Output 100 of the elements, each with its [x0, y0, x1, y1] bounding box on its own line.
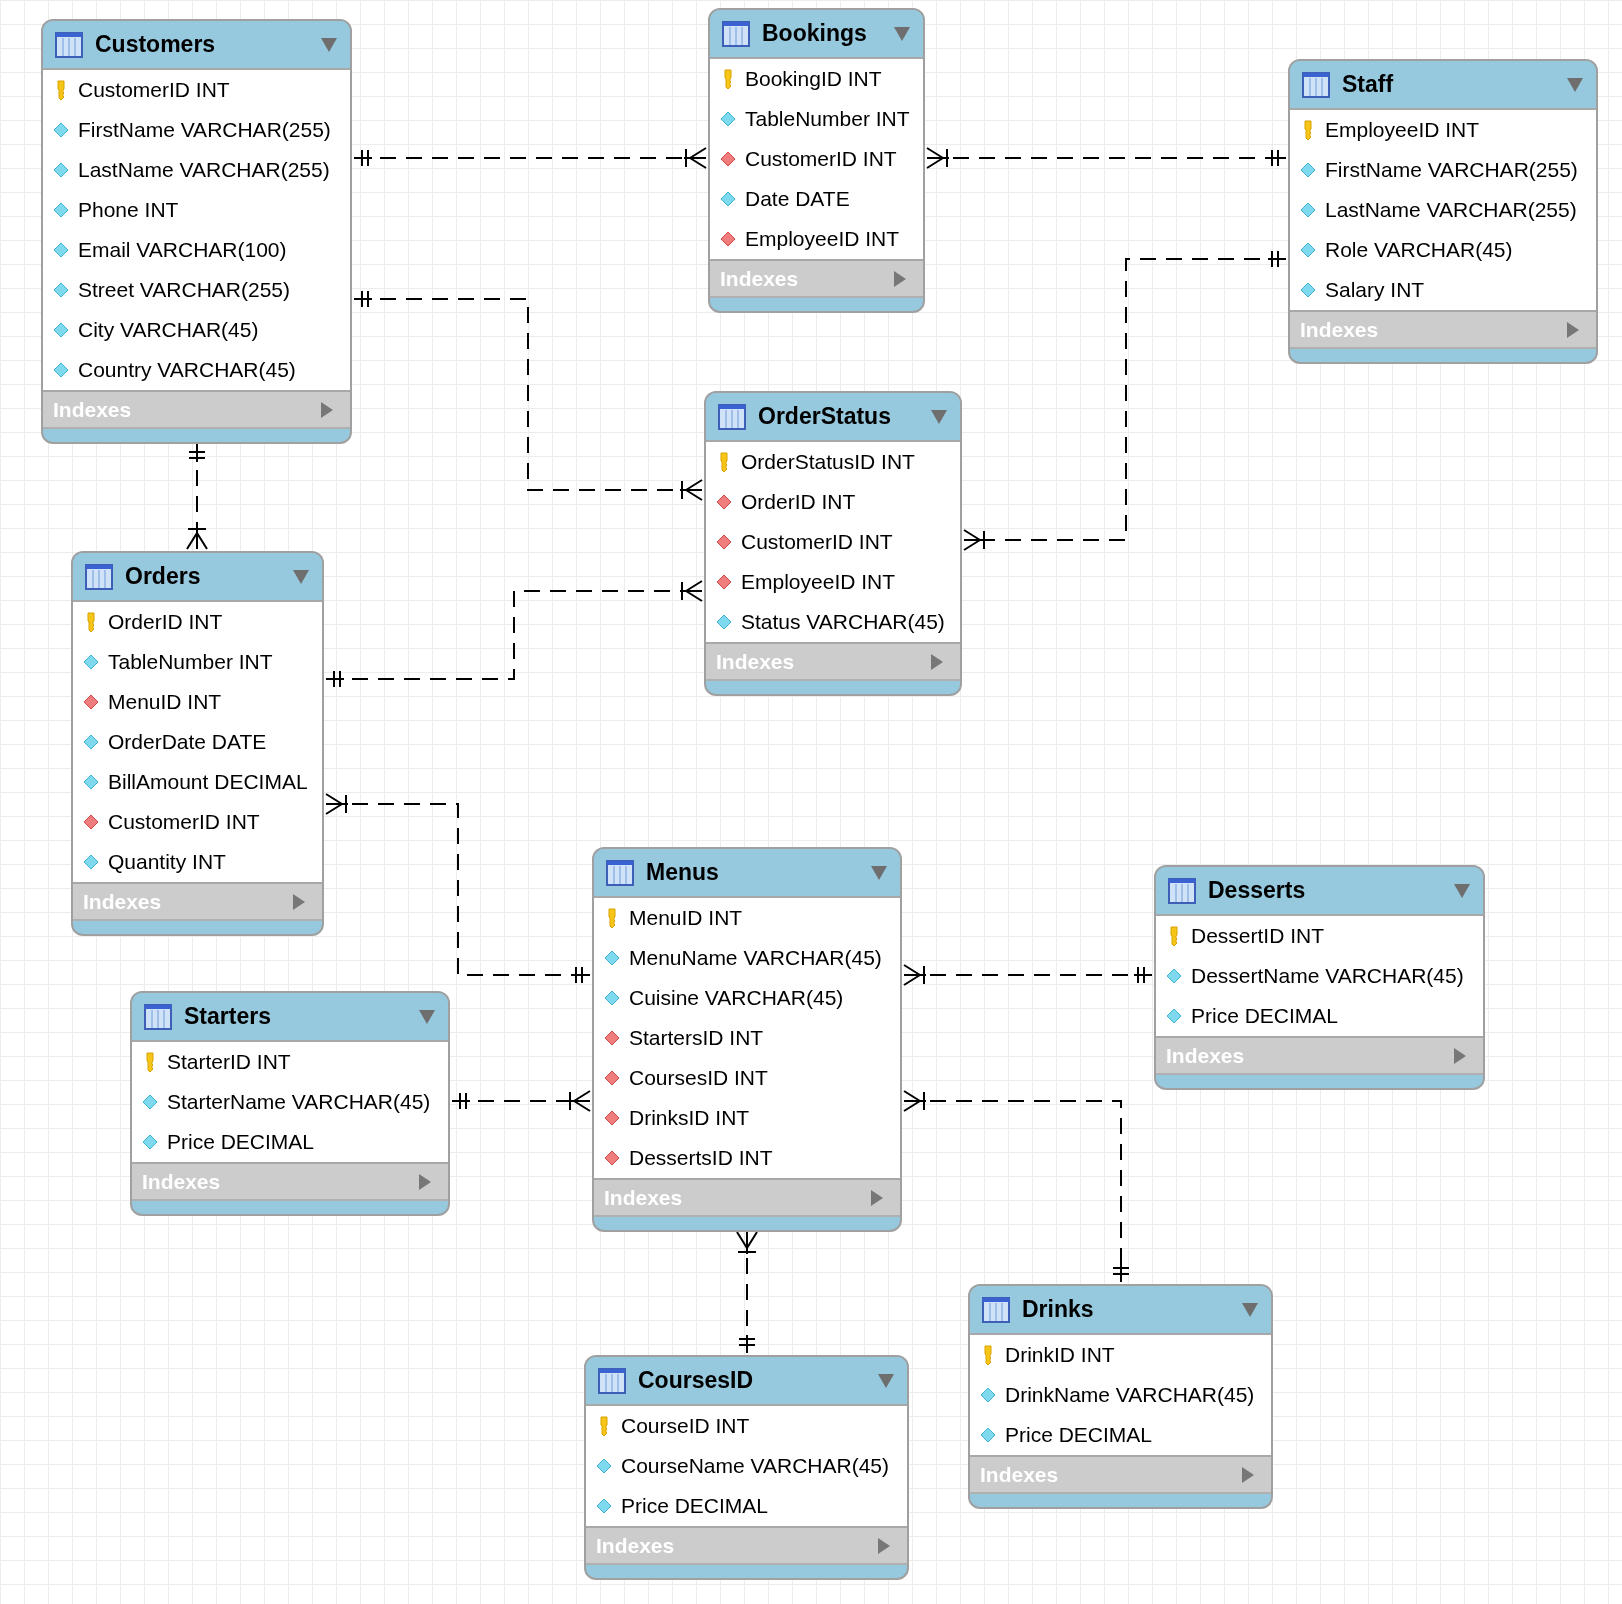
- column-name: OrderDate DATE: [108, 729, 267, 756]
- column-name: FirstName VARCHAR(255): [1325, 157, 1578, 184]
- relationship-connector[interactable]: [353, 147, 707, 169]
- table-title: Desserts: [1208, 876, 1307, 906]
- expand-arrow-icon[interactable]: [930, 652, 944, 671]
- dropdown-arrow-icon[interactable]: [877, 1372, 895, 1389]
- diamond-icon: [53, 362, 69, 378]
- diamond-icon: [53, 122, 69, 138]
- key-icon: [55, 80, 67, 100]
- relationship-connector[interactable]: [926, 147, 1287, 169]
- dropdown-arrow-icon[interactable]: [1241, 1301, 1259, 1318]
- diamond-icon: [980, 1427, 996, 1443]
- dropdown-arrow-icon[interactable]: [1453, 882, 1471, 899]
- expand-arrow-icon[interactable]: [418, 1172, 432, 1191]
- diamond-icon: [83, 654, 99, 670]
- column-name: City VARCHAR(45): [78, 317, 259, 344]
- expand-arrow-icon[interactable]: [1566, 320, 1580, 339]
- column-name: DrinkID INT: [1005, 1342, 1115, 1369]
- column-name: Status VARCHAR(45): [741, 609, 945, 636]
- dropdown-arrow-icon[interactable]: [1566, 76, 1584, 93]
- diamond-icon: [53, 242, 69, 258]
- key-icon: [1168, 926, 1180, 946]
- relationship-connector[interactable]: [451, 1090, 591, 1112]
- column-name: CustomerID INT: [78, 77, 230, 104]
- column-name: MenuName VARCHAR(45): [629, 945, 882, 972]
- column-name: Country VARCHAR(45): [78, 357, 296, 384]
- expand-arrow-icon[interactable]: [1241, 1465, 1255, 1484]
- column-name: Price DECIMAL: [1005, 1422, 1153, 1449]
- expand-arrow-icon[interactable]: [877, 1536, 891, 1555]
- table-icon: [718, 403, 746, 430]
- column-name: BillAmount DECIMAL: [108, 769, 308, 796]
- dropdown-arrow-icon[interactable]: [893, 25, 911, 42]
- relationship-connector[interactable]: [736, 1231, 758, 1354]
- table-icon: [1302, 71, 1330, 98]
- diamond-icon: [596, 1498, 612, 1514]
- column-name: StarterID INT: [167, 1049, 291, 1076]
- column-name: CourseName VARCHAR(45): [621, 1453, 890, 1480]
- key-icon: [606, 908, 618, 928]
- column-name: Email VARCHAR(100): [78, 237, 287, 264]
- dropdown-arrow-icon[interactable]: [870, 864, 888, 881]
- column-name: EmployeeID INT: [745, 226, 900, 253]
- expand-arrow-icon[interactable]: [1453, 1046, 1467, 1065]
- diamond-icon: [596, 1458, 612, 1474]
- diamond-icon: [53, 202, 69, 218]
- dropdown-arrow-icon[interactable]: [930, 408, 948, 425]
- table-icon: [55, 31, 83, 58]
- column-name: StarterName VARCHAR(45): [167, 1089, 431, 1116]
- dropdown-arrow-icon[interactable]: [320, 36, 338, 53]
- diamond-icon: [716, 534, 732, 550]
- relationship-connector[interactable]: [186, 443, 208, 550]
- relationship-connector[interactable]: [903, 964, 1153, 986]
- expand-arrow-icon[interactable]: [320, 400, 334, 419]
- table-title: Staff: [1342, 70, 1395, 100]
- column-name: Price DECIMAL: [167, 1129, 315, 1156]
- diamond-icon: [1166, 968, 1182, 984]
- table-icon: [598, 1367, 626, 1394]
- column-name: DessertID INT: [1191, 923, 1324, 950]
- diamond-icon: [604, 1110, 620, 1126]
- column-name: DrinksID INT: [629, 1105, 750, 1132]
- diamond-icon: [83, 734, 99, 750]
- table-title: Orders: [125, 562, 202, 592]
- diamond-icon: [604, 990, 620, 1006]
- table-title: Menus: [646, 858, 720, 888]
- column-name: OrderID INT: [741, 489, 856, 516]
- column-name: Role VARCHAR(45): [1325, 237, 1513, 264]
- column-name: FirstName VARCHAR(255): [78, 117, 331, 144]
- table-icon: [606, 859, 634, 886]
- table-icon: [722, 20, 750, 47]
- table-title: Customers: [95, 30, 217, 60]
- column-name: OrderID INT: [108, 609, 223, 636]
- diamond-icon: [720, 111, 736, 127]
- table-title: Bookings: [762, 19, 868, 49]
- diamond-icon: [1300, 242, 1316, 258]
- diamond-icon: [980, 1387, 996, 1403]
- diamond-icon: [716, 574, 732, 590]
- expand-arrow-icon[interactable]: [893, 269, 907, 288]
- diamond-icon: [142, 1134, 158, 1150]
- column-name: Phone INT: [78, 197, 179, 224]
- column-name: BookingID INT: [745, 66, 882, 93]
- column-name: Price DECIMAL: [621, 1493, 769, 1520]
- column-name: LastName VARCHAR(255): [1325, 197, 1577, 224]
- column-name: TableNumber INT: [108, 649, 273, 676]
- diamond-icon: [604, 1030, 620, 1046]
- dropdown-arrow-icon[interactable]: [418, 1008, 436, 1025]
- dropdown-arrow-icon[interactable]: [292, 568, 310, 585]
- column-name: DrinkName VARCHAR(45): [1005, 1382, 1255, 1409]
- column-name: CustomerID INT: [108, 809, 260, 836]
- diamond-icon: [83, 854, 99, 870]
- column-name: CustomerID INT: [741, 529, 893, 556]
- column-name: Street VARCHAR(255): [78, 277, 290, 304]
- table-icon: [982, 1296, 1010, 1323]
- diamond-icon: [720, 191, 736, 207]
- diamond-icon: [1166, 1008, 1182, 1024]
- diamond-icon: [83, 814, 99, 830]
- expand-arrow-icon[interactable]: [870, 1188, 884, 1207]
- table-icon: [85, 563, 113, 590]
- diamond-icon: [716, 494, 732, 510]
- diamond-icon: [53, 282, 69, 298]
- column-name: TableNumber INT: [745, 106, 910, 133]
- expand-arrow-icon[interactable]: [292, 892, 306, 911]
